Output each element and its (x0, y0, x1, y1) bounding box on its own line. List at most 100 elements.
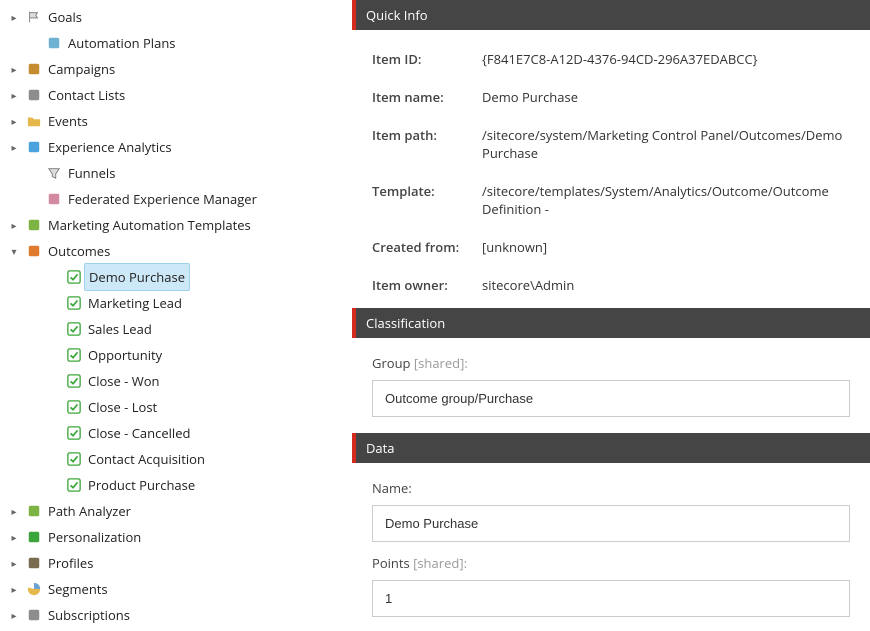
check-icon (66, 425, 82, 441)
input-group[interactable] (372, 380, 850, 417)
tree-item-label: Contact Acquisition (88, 446, 205, 472)
tree-item-goals[interactable]: ▸ Goals (0, 4, 352, 30)
label-shared-hint: [shared]: (410, 554, 467, 572)
value-item-id: {F841E7C8-A12D-4376-94CD-296A37EDABCC} (482, 50, 758, 68)
tree-item-segments[interactable]: ▸Segments (0, 576, 352, 602)
value-template: /sitecore/templates/System/Analytics/Out… (482, 182, 850, 218)
tree-item-close-won[interactable]: Close - Won (0, 368, 352, 394)
chevron-right-icon[interactable]: ▸ (8, 524, 20, 550)
check-icon (66, 347, 82, 363)
section-title: Quick Info (366, 6, 428, 24)
tree-item-sales-lead[interactable]: Sales Lead (0, 316, 352, 342)
tree-item-marketing-lead[interactable]: Marketing Lead (0, 290, 352, 316)
value-item-path: /sitecore/system/Marketing Control Panel… (482, 126, 850, 162)
label-item-owner: Item owner: (372, 276, 482, 294)
check-icon (66, 373, 82, 389)
label-points-text: Points (372, 554, 410, 572)
tree-item-label: Close - Won (88, 368, 160, 394)
tree-item-close-lost[interactable]: Close - Lost (0, 394, 352, 420)
tree-item-funnels[interactable]: Funnels (0, 160, 352, 186)
campaign-icon (26, 61, 42, 77)
chevron-right-icon[interactable]: ▸ (8, 108, 20, 134)
tree-item-close-cancelled[interactable]: Close - Cancelled (0, 420, 352, 446)
tree-item-label: Funnels (68, 160, 115, 186)
data-body-name: Name: (352, 463, 870, 546)
tree-item-label: Campaigns (48, 56, 115, 82)
tree-item-profiles[interactable]: ▸Profiles (0, 550, 352, 576)
folder-icon (26, 113, 42, 129)
input-name[interactable] (372, 505, 850, 542)
tree-item-contact-acquisition[interactable]: Contact Acquisition (0, 446, 352, 472)
app-root: ▸GoalsAutomation Plans▸Campaigns▸Contact… (0, 0, 870, 631)
tree-item-label: Events (48, 108, 88, 134)
label-template: Template: (372, 182, 482, 200)
value-item-name: Demo Purchase (482, 88, 578, 106)
section-header-data[interactable]: Data (352, 433, 870, 463)
tree-item-label: Goals (48, 4, 82, 30)
tree-item-path-analyzer[interactable]: ▸Path Analyzer (0, 498, 352, 524)
check-icon (66, 321, 82, 337)
tree-item-opportunity[interactable]: Opportunity (0, 342, 352, 368)
value-created-from: [unknown] (482, 238, 547, 256)
accent-bar (352, 433, 356, 463)
tree-item-outcomes[interactable]: ▾ Outcomes (0, 238, 352, 264)
accent-bar (352, 0, 356, 30)
chevron-right-icon[interactable]: ▸ (8, 498, 20, 524)
tree-item-label: Sales Lead (88, 316, 152, 342)
section-header-classification[interactable]: Classification (352, 308, 870, 338)
tree-item-label: Outcomes (48, 238, 110, 264)
tree-item-label: Marketing Automation Templates (48, 212, 251, 238)
tree-item-demo-purchase[interactable]: Demo Purchase (0, 264, 352, 290)
tree-item-federated-experience-manager[interactable]: Federated Experience Manager (0, 186, 352, 212)
kv-item-path: Item path: /sitecore/system/Marketing Co… (352, 116, 870, 172)
chevron-right-icon[interactable]: ▸ (8, 56, 20, 82)
label-item-id: Item ID: (372, 50, 482, 68)
chevron-right-icon[interactable]: ▸ (8, 134, 20, 160)
content-tree-sidebar: ▸GoalsAutomation Plans▸Campaigns▸Contact… (0, 0, 352, 631)
tree-item-label: Subscriptions (48, 602, 130, 628)
chevron-right-icon[interactable]: ▸ (8, 212, 20, 238)
tree-item-label: Personalization (48, 524, 141, 550)
chevron-down-icon[interactable]: ▾ (8, 238, 20, 264)
kv-item-owner: Item owner: sitecore\Admin (352, 266, 870, 304)
tree-item-events[interactable]: ▸ Events (0, 108, 352, 134)
mat-icon (26, 217, 42, 233)
tree-item-campaigns[interactable]: ▸ Campaigns (0, 56, 352, 82)
tree-item-experience-analytics[interactable]: ▸ Experience Analytics (0, 134, 352, 160)
accent-bar (352, 308, 356, 338)
chevron-right-icon[interactable]: ▸ (8, 550, 20, 576)
check-icon (66, 269, 82, 285)
tree-item-automation-plans[interactable]: Automation Plans (0, 30, 352, 56)
tree-item-product-purchase[interactable]: Product Purchase (0, 472, 352, 498)
check-icon (66, 477, 82, 493)
check-icon (66, 295, 82, 311)
tree-item-marketing-automation-templates[interactable]: ▸ Marketing Automation Templates (0, 212, 352, 238)
classification-body: Group [shared]: (352, 338, 870, 421)
section-header-quickinfo[interactable]: Quick Info (352, 0, 870, 30)
profiles-icon (26, 555, 42, 571)
section-title: Data (366, 439, 395, 457)
input-points[interactable] (372, 580, 850, 617)
kv-item-name: Item name: Demo Purchase (352, 78, 870, 116)
tree-item-label: Experience Analytics (48, 134, 172, 160)
chevron-right-icon[interactable]: ▸ (8, 602, 20, 628)
path-icon (26, 503, 42, 519)
chevron-right-icon[interactable]: ▸ (8, 82, 20, 108)
kv-created-from: Created from: [unknown] (352, 228, 870, 266)
label-name: Name: (372, 479, 850, 497)
kv-item-id: Item ID: {F841E7C8-A12D-4376-94CD-296A37… (352, 30, 870, 78)
label-shared-hint: [shared]: (411, 354, 468, 372)
tree-item-label: Product Purchase (88, 472, 195, 498)
tree-item-label: Opportunity (88, 342, 162, 368)
tree-item-contact-lists[interactable]: ▸Contact Lists (0, 82, 352, 108)
value-item-owner: sitecore\Admin (482, 276, 574, 294)
kv-template: Template: /sitecore/templates/System/Ana… (352, 172, 870, 228)
tree-item-label: Demo Purchase (84, 263, 190, 291)
tree-item-label: Close - Lost (88, 394, 157, 420)
tree-item-subscriptions[interactable]: ▸ Subscriptions (0, 602, 352, 628)
data-body-points: Points [shared]: (352, 546, 870, 621)
label-group: Group [shared]: (372, 354, 850, 372)
chevron-right-icon[interactable]: ▸ (8, 4, 20, 30)
chevron-right-icon[interactable]: ▸ (8, 576, 20, 602)
tree-item-personalization[interactable]: ▸ Personalization (0, 524, 352, 550)
